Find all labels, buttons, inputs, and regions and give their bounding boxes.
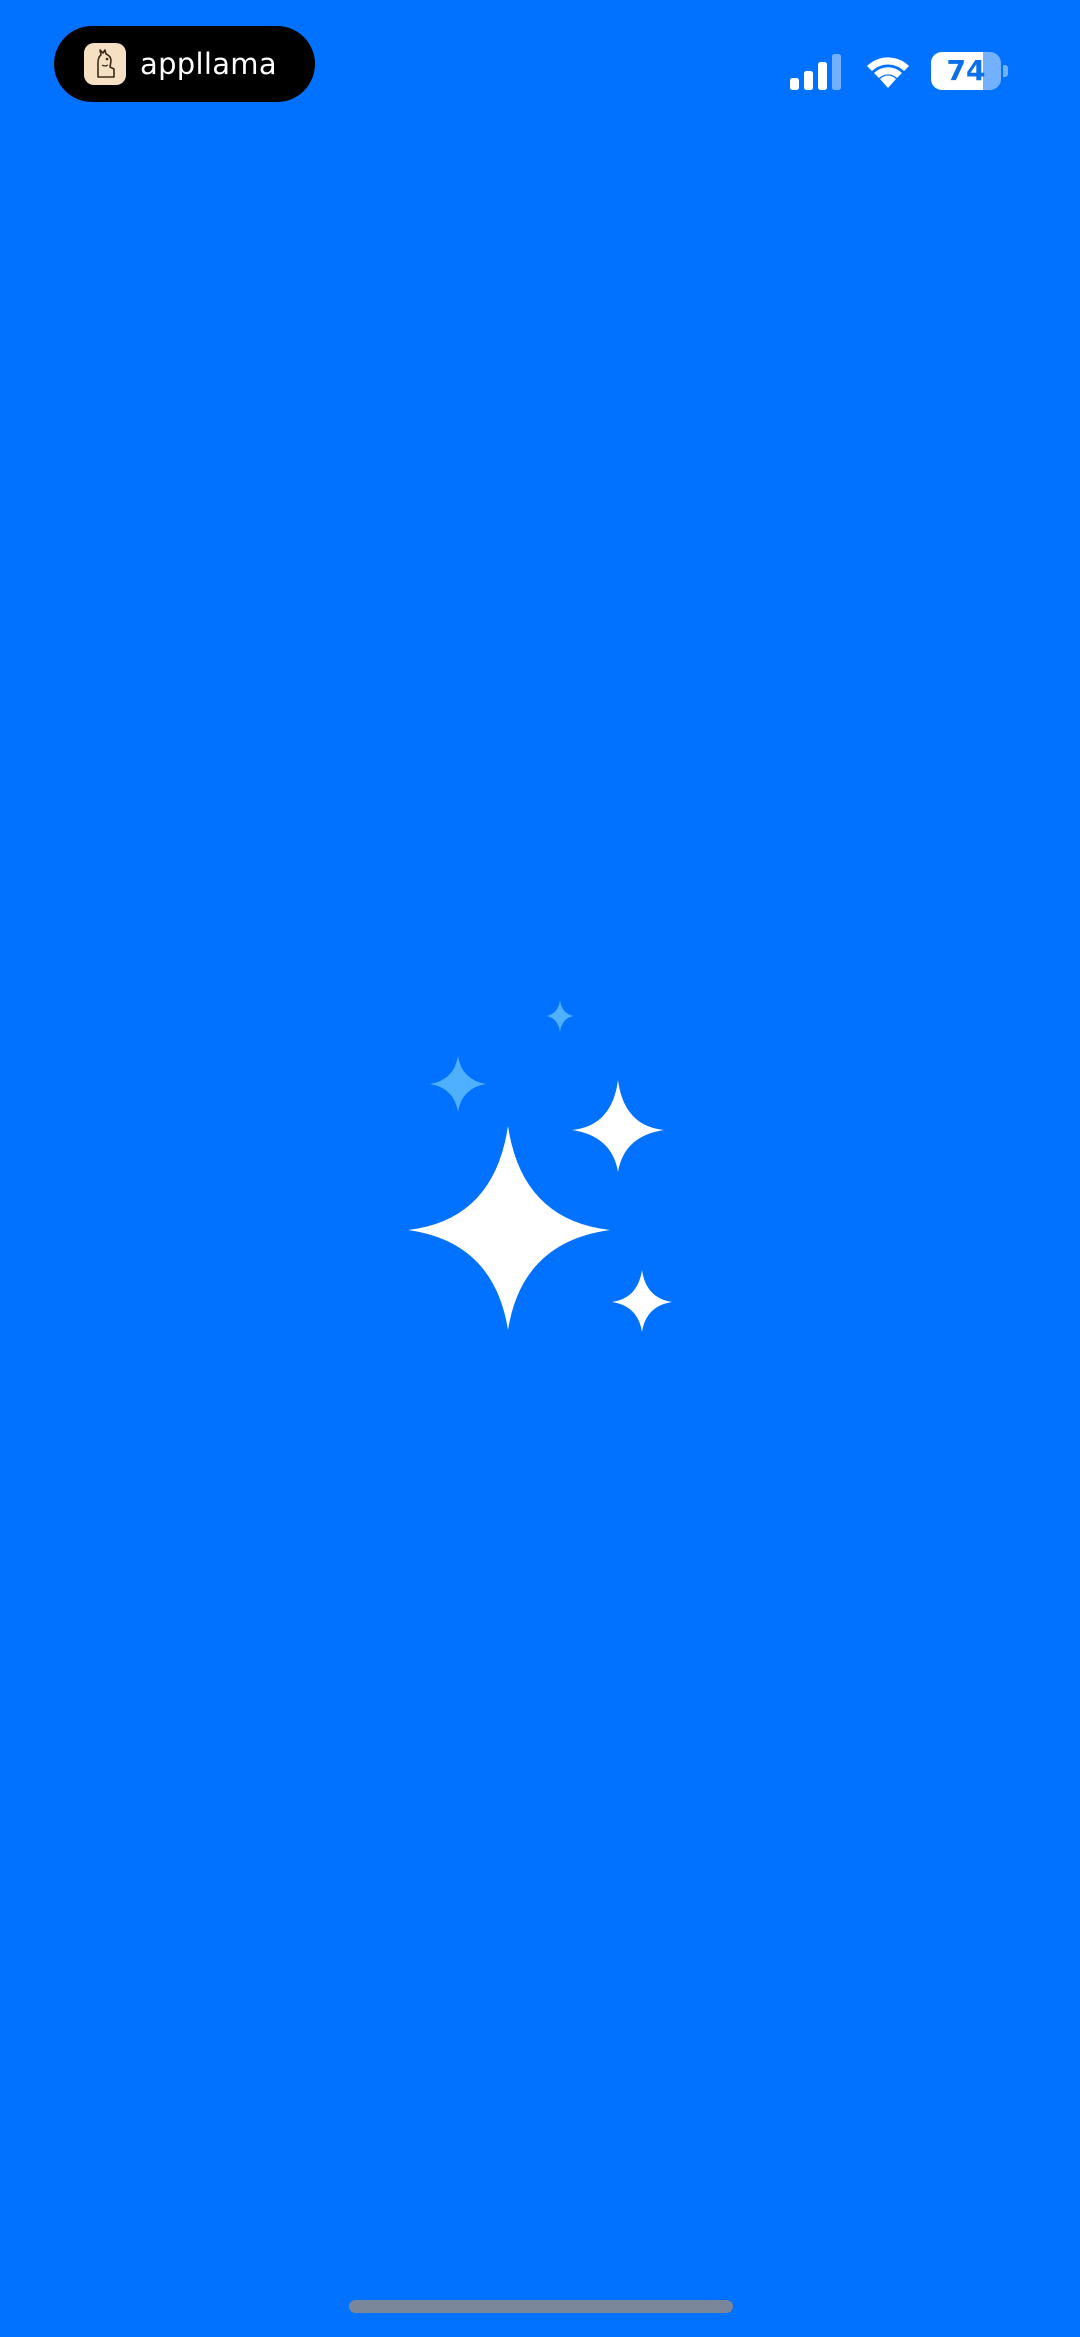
battery-icon: 74 [931, 52, 1009, 90]
sparkle-left [430, 1056, 486, 1112]
app-attribution-pill[interactable]: appllama [54, 26, 315, 102]
battery-body: 74 [931, 52, 1001, 90]
sparkle-large [408, 1126, 610, 1330]
sparkle-upper-right [572, 1080, 664, 1172]
sparkle-small-top [546, 1000, 574, 1032]
wifi-icon [867, 57, 909, 88]
battery-level: 74 [946, 54, 986, 87]
battery-cap [1003, 65, 1008, 77]
cellular-signal-icon [790, 54, 841, 90]
llama-icon [84, 43, 126, 85]
app-name-label: appllama [140, 47, 277, 81]
sparkles-icon [408, 1000, 672, 1332]
sparkle-lower-right [612, 1270, 672, 1332]
splash-screen: appllama 74 [0, 0, 1080, 2337]
status-bar: appllama 74 [0, 0, 1080, 140]
home-indicator[interactable] [349, 2300, 733, 2313]
